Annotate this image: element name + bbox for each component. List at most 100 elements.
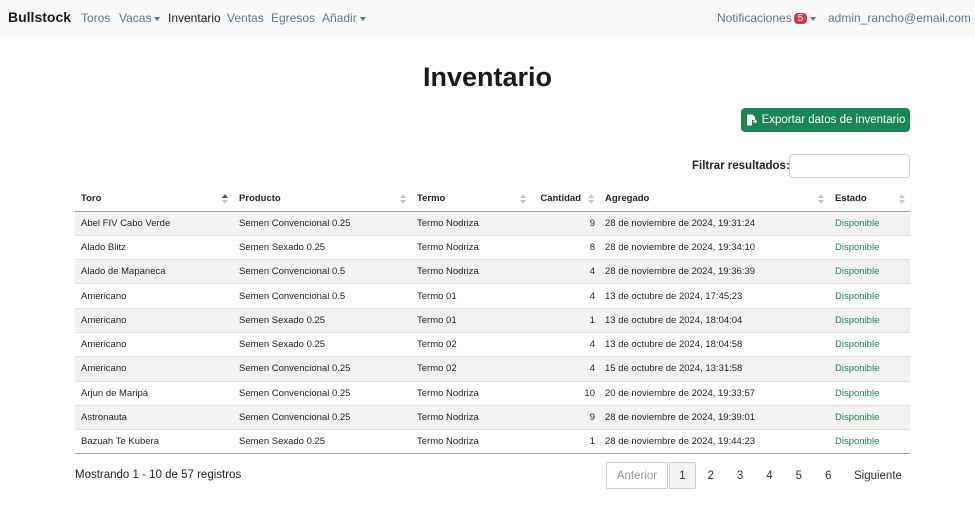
column-header-agregado[interactable]: Agregado bbox=[599, 186, 829, 212]
nav-link-toros[interactable]: Toros bbox=[81, 11, 110, 25]
cell-cantidad: 8 bbox=[531, 235, 599, 261]
sort-icon bbox=[818, 194, 824, 204]
column-header-cantidad[interactable]: Cantidad bbox=[531, 186, 599, 212]
cell-termo: Termo 01 bbox=[411, 283, 531, 309]
pagination-page-6[interactable]: 6 bbox=[814, 462, 843, 489]
nav-link-anadir-label: Añadir bbox=[322, 11, 357, 25]
table-row: Alado de Mapaneca Semen Convencional 0.5… bbox=[75, 259, 910, 285]
cell-termo: Termo Nodriza bbox=[411, 259, 531, 285]
export-inventory-button[interactable]: Exportar datos de inventario bbox=[741, 108, 910, 132]
chevron-down-icon bbox=[810, 16, 817, 21]
column-header-toro[interactable]: Toro bbox=[75, 186, 233, 212]
column-header-termo[interactable]: Termo bbox=[411, 186, 531, 212]
page-title: Inventario bbox=[422, 62, 553, 92]
cell-termo: Termo 02 bbox=[411, 356, 531, 382]
nav-link-ventas[interactable]: Ventas bbox=[227, 11, 264, 25]
sort-icon bbox=[400, 194, 406, 204]
cell-toro: Astronauta bbox=[75, 405, 233, 431]
cell-cantidad: 4 bbox=[531, 259, 599, 285]
cell-cantidad: 4 bbox=[531, 356, 599, 382]
cell-producto: Semen Sexado 0.25 bbox=[233, 308, 411, 333]
pagination-page-2[interactable]: 2 bbox=[696, 462, 725, 489]
cell-toro: Alado de Mapaneca bbox=[75, 259, 233, 285]
cell-toro: Bazuah Te Kubera bbox=[75, 429, 233, 455]
cell-agregado: 20 de noviembre de 2024, 19:33:57 bbox=[599, 381, 829, 406]
cell-estado: Disponible bbox=[829, 308, 910, 333]
cell-termo: Termo Nodriza bbox=[411, 381, 531, 406]
table-row: Bazuah Te Kubera Semen Sexado 0.25 Termo… bbox=[75, 429, 910, 455]
cell-toro: Americano bbox=[75, 283, 233, 309]
cell-agregado: 13 de octubre de 2024, 18:04:58 bbox=[599, 332, 829, 358]
cell-producto: Semen Convencional 0.25 bbox=[233, 381, 411, 406]
cell-agregado: 28 de noviembre de 2024, 19:39:01 bbox=[599, 405, 829, 431]
chevron-down-icon bbox=[154, 16, 161, 21]
cell-cantidad: 9 bbox=[531, 211, 599, 236]
pagination-page-1[interactable]: 1 bbox=[669, 462, 696, 489]
column-header-label: Estado bbox=[835, 192, 867, 204]
cell-agregado: 15 de octubre de 2024, 13:31:58 bbox=[599, 356, 829, 382]
cell-estado: Disponible bbox=[829, 429, 910, 455]
nav-link-egresos[interactable]: Egresos bbox=[271, 11, 315, 25]
nav-link-inventario[interactable]: Inventario bbox=[168, 11, 221, 25]
user-menu[interactable]: admin_rancho@email.com bbox=[828, 11, 971, 25]
cell-cantidad: 1 bbox=[531, 429, 599, 455]
pagination-next-button[interactable]: Siguiente bbox=[847, 462, 909, 489]
cell-agregado: 28 de noviembre de 2024, 19:34:10 bbox=[599, 235, 829, 261]
filter-label: Filtrar resultados: bbox=[692, 160, 790, 172]
pagination-prev-button[interactable]: Anterior bbox=[606, 462, 668, 489]
sort-icon bbox=[899, 194, 905, 204]
export-inventory-button-label: Exportar datos de inventario bbox=[761, 114, 906, 126]
cell-toro: Americano bbox=[75, 308, 233, 333]
sort-ascending-icon bbox=[222, 194, 228, 204]
inventory-table: Toro Producto Termo Cantidad Agregado Es… bbox=[75, 186, 910, 455]
pagination-page-3[interactable]: 3 bbox=[725, 462, 754, 489]
cell-cantidad: 1 bbox=[531, 308, 599, 333]
column-header-label: Producto bbox=[239, 192, 281, 204]
pagination-page-5[interactable]: 5 bbox=[784, 462, 813, 489]
table-row: Americano Semen Convencional 0.5 Termo 0… bbox=[75, 283, 910, 309]
cell-agregado: 13 de octubre de 2024, 18:04:04 bbox=[599, 308, 829, 333]
cell-agregado: 28 de noviembre de 2024, 19:36:39 bbox=[599, 259, 829, 285]
column-header-label: Termo bbox=[417, 192, 446, 204]
cell-producto: Semen Convencional 0.5 bbox=[233, 259, 411, 285]
cell-agregado: 28 de noviembre de 2024, 19:31:24 bbox=[599, 211, 829, 236]
cell-termo: Termo Nodriza bbox=[411, 235, 531, 261]
nav-link-vacas-dropdown[interactable]: Vacas bbox=[119, 11, 161, 25]
nav-link-anadir-dropdown[interactable]: Añadir bbox=[322, 11, 366, 25]
cell-termo: Termo 01 bbox=[411, 308, 531, 333]
cell-termo: Termo Nodriza bbox=[411, 211, 531, 236]
cell-producto: Semen Convencional 0.5 bbox=[233, 283, 411, 309]
column-header-estado[interactable]: Estado bbox=[829, 186, 910, 212]
column-header-label: Toro bbox=[81, 192, 102, 204]
chevron-down-icon bbox=[359, 16, 366, 21]
cell-toro: Alado Blitz bbox=[75, 235, 233, 261]
cell-producto: Semen Convencional 0.25 bbox=[233, 211, 411, 236]
table-info: Mostrando 1 - 10 de 57 registros bbox=[75, 469, 242, 481]
cell-toro: Abel FIV Cabo Verde bbox=[75, 211, 233, 236]
pagination-page-4[interactable]: 4 bbox=[755, 462, 784, 489]
cell-termo: Termo Nodriza bbox=[411, 429, 531, 455]
cell-cantidad: 4 bbox=[531, 283, 599, 309]
table-row: Alado Blitz Semen Sexado 0.25 Termo Nodr… bbox=[75, 235, 910, 261]
column-header-producto[interactable]: Producto bbox=[233, 186, 411, 212]
sort-icon bbox=[520, 194, 526, 204]
sort-icon bbox=[588, 194, 594, 204]
cell-termo: Termo Nodriza bbox=[411, 405, 531, 431]
notifications-dropdown[interactable]: Notificaciones 5 bbox=[717, 11, 817, 25]
cell-toro: Americano bbox=[75, 332, 233, 358]
filter-input[interactable] bbox=[789, 154, 910, 178]
table-row: Abel FIV Cabo Verde Semen Convencional 0… bbox=[75, 211, 910, 236]
notifications-count-badge: 5 bbox=[793, 13, 808, 24]
cell-estado: Disponible bbox=[829, 405, 910, 431]
column-header-label: Agregado bbox=[605, 192, 650, 204]
cell-producto: Semen Sexado 0.25 bbox=[233, 429, 411, 455]
column-header-label: Cantidad bbox=[540, 192, 581, 204]
notifications-label: Notificaciones bbox=[717, 11, 792, 25]
cell-estado: Disponible bbox=[829, 283, 910, 309]
cell-termo: Termo 02 bbox=[411, 332, 531, 358]
cell-cantidad: 4 bbox=[531, 332, 599, 358]
cell-producto: Semen Convencional 0.25 bbox=[233, 356, 411, 382]
cell-estado: Disponible bbox=[829, 332, 910, 358]
cell-cantidad: 9 bbox=[531, 405, 599, 431]
brand-logo[interactable]: Bullstock bbox=[8, 9, 71, 25]
